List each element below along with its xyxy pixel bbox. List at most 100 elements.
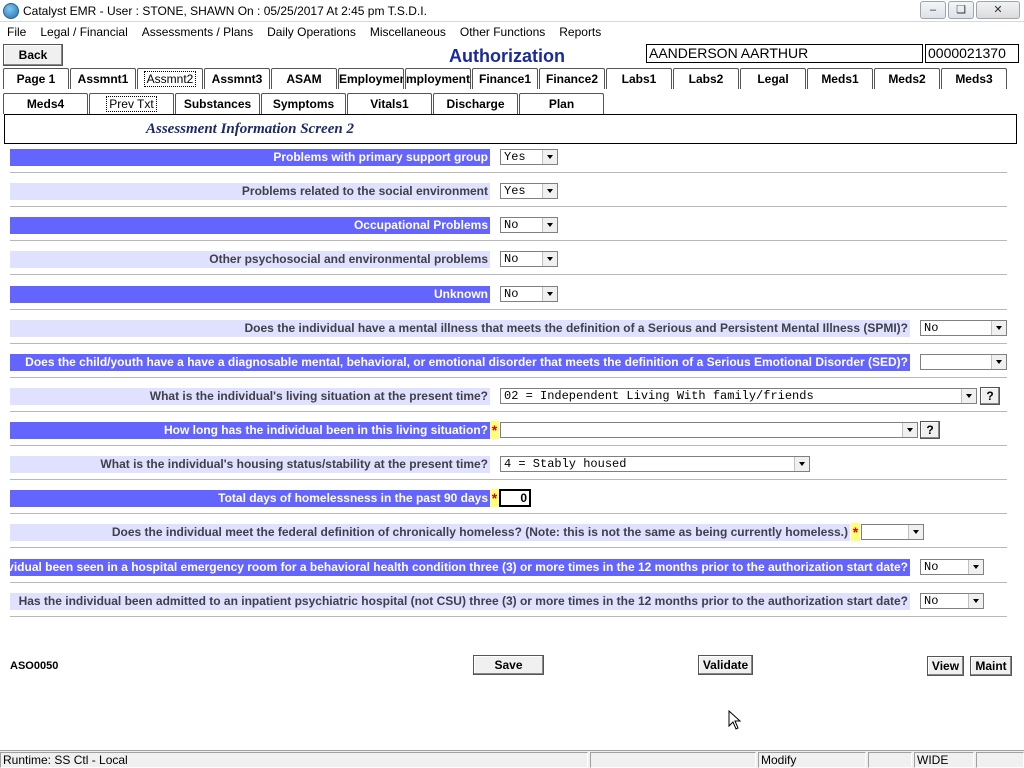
tab-assmnt2-label: Assmnt2 <box>143 71 197 87</box>
housing-status-select[interactable]: 4 = Stably housed <box>500 456 810 472</box>
menu-file[interactable]: File <box>0 25 33 39</box>
tab-symptoms[interactable]: Symptoms <box>261 93 346 114</box>
maint-button[interactable]: Maint <box>970 656 1012 676</box>
row-divider <box>10 206 1007 207</box>
unknown-select[interactable]: No <box>500 286 558 302</box>
question-unknown: Unknown <box>10 286 490 303</box>
page-title: Authorization <box>449 46 565 66</box>
living-situation-select[interactable]: 02 = Independent Living With family/frie… <box>500 388 977 404</box>
occupational-problems-select[interactable]: No <box>500 217 558 233</box>
row-divider <box>10 582 1007 583</box>
view-button[interactable]: View <box>927 656 964 676</box>
screen-title: Assessment Information Screen 2 <box>146 121 354 137</box>
chevron-down-icon <box>542 218 557 232</box>
tab-employment-2[interactable]: mployment <box>405 68 471 89</box>
question-chronically-homeless: Does the individual meet the federal def… <box>10 524 850 541</box>
tab-asam[interactable]: ASAM <box>271 68 337 89</box>
tab-assmnt1[interactable]: Assmnt1 <box>70 68 136 89</box>
row-divider <box>10 513 1007 514</box>
chevron-down-icon <box>542 184 557 198</box>
sed-select[interactable] <box>920 354 1007 370</box>
tab-labs2[interactable]: Labs2 <box>673 68 739 89</box>
chevron-down-icon <box>542 287 557 301</box>
screen-header-panel: Assessment Information Screen 2 <box>4 114 1017 144</box>
mouse-cursor-icon <box>728 710 742 730</box>
unknown-value: No <box>504 287 519 301</box>
chronically-homeless-select[interactable] <box>861 524 924 540</box>
restore-icon[interactable]: ❏ <box>948 1 974 19</box>
chevron-down-icon <box>542 150 557 164</box>
tab-labs1[interactable]: Labs1 <box>606 68 672 89</box>
tab-vitals1[interactable]: Vitals1 <box>347 93 432 114</box>
tab-legal[interactable]: Legal <box>740 68 806 89</box>
row-divider <box>10 240 1007 241</box>
homeless-days-input[interactable]: 0 <box>499 489 531 507</box>
row-divider <box>10 445 1007 446</box>
window-title: Catalyst EMR - User : STONE, SHAWN On : … <box>23 3 427 18</box>
primary-support-group-select[interactable]: Yes <box>500 149 558 165</box>
question-er-visits-text: Has the individual been seen in a hospit… <box>10 560 908 574</box>
tab-meds2[interactable]: Meds2 <box>874 68 940 89</box>
status-bar: Runtime: SS Ctl - Local Modify WIDE <box>0 750 1024 768</box>
tab-assmnt2[interactable]: Assmnt2 <box>137 68 203 89</box>
validate-button[interactable]: Validate <box>698 655 753 675</box>
minimize-icon[interactable]: – <box>920 1 946 19</box>
menu-daily-operations[interactable]: Daily Operations <box>260 25 363 39</box>
row-divider <box>10 343 1007 344</box>
tab-meds3[interactable]: Meds3 <box>941 68 1007 89</box>
er-visits-select[interactable]: No <box>920 559 984 575</box>
menu-other-functions[interactable]: Other Functions <box>453 25 552 39</box>
tab-discharge[interactable]: Discharge <box>433 93 518 114</box>
question-other-psychosocial: Other psychosocial and environmental pro… <box>10 251 490 268</box>
row-divider <box>10 309 1007 310</box>
tab-row-secondary: Meds4 Prev Txt Substances Symptoms Vital… <box>3 93 605 114</box>
living-situation-value: 02 = Independent Living With family/frie… <box>504 389 814 403</box>
tab-assmnt3[interactable]: Assmnt3 <box>204 68 270 89</box>
living-situation-help-button[interactable]: ? <box>980 387 1000 405</box>
living-duration-select[interactable] <box>500 422 918 438</box>
tab-finance1[interactable]: Finance1 <box>472 68 538 89</box>
tab-plan[interactable]: Plan <box>519 93 604 114</box>
back-button[interactable]: Back <box>3 44 63 66</box>
question-er-visits: Has the individual been seen in a hospit… <box>10 559 910 576</box>
row-divider <box>10 479 1007 480</box>
question-social-environment: Problems related to the social environme… <box>10 183 490 200</box>
required-marker: * <box>851 523 860 541</box>
chevron-down-icon <box>968 594 983 608</box>
required-marker: * <box>490 421 499 439</box>
required-marker: * <box>490 489 499 507</box>
question-sed: Does the child/youth have a have a diagn… <box>10 354 910 371</box>
occupational-problems-value: No <box>504 218 519 232</box>
primary-support-group-value: Yes <box>504 150 526 164</box>
tab-meds1[interactable]: Meds1 <box>807 68 873 89</box>
menu-miscellaneous[interactable]: Miscellaneous <box>363 25 453 39</box>
living-duration-help-button[interactable]: ? <box>920 421 940 439</box>
menu-bar: File Legal / Financial Assessments / Pla… <box>0 22 1024 42</box>
row-divider <box>10 616 1007 617</box>
row-divider <box>10 172 1007 173</box>
tab-finance2[interactable]: Finance2 <box>539 68 605 89</box>
menu-assessments-plans[interactable]: Assessments / Plans <box>135 25 260 39</box>
menu-reports[interactable]: Reports <box>552 25 608 39</box>
title-bar: Catalyst EMR - User : STONE, SHAWN On : … <box>0 0 1024 22</box>
tab-page-1[interactable]: Page 1 <box>3 68 69 89</box>
chevron-down-icon <box>968 560 983 574</box>
save-button[interactable]: Save <box>473 655 544 675</box>
menu-legal-financial[interactable]: Legal / Financial <box>33 25 134 39</box>
er-visits-value: No <box>924 560 939 574</box>
other-psychosocial-select[interactable]: No <box>500 251 558 267</box>
tab-meds4[interactable]: Meds4 <box>3 93 88 114</box>
tab-employment-1[interactable]: Employment <box>338 68 404 89</box>
question-occupational-problems: Occupational Problems <box>10 217 490 234</box>
inpatient-admissions-select[interactable]: No <box>920 593 984 609</box>
spmi-value: No <box>924 321 939 335</box>
tab-substances[interactable]: Substances <box>175 93 260 114</box>
status-empty-3 <box>976 752 1024 768</box>
close-icon[interactable]: ✕ <box>976 1 1020 19</box>
social-environment-select[interactable]: Yes <box>500 183 558 199</box>
chevron-down-icon <box>542 252 557 266</box>
spmi-select[interactable]: No <box>920 320 1007 336</box>
chevron-down-icon <box>991 355 1006 369</box>
tab-prev-txt[interactable]: Prev Txt <box>89 93 174 114</box>
tab-row-primary: Page 1 Assmnt1 Assmnt2 Assmnt3 ASAM Empl… <box>3 68 1008 89</box>
